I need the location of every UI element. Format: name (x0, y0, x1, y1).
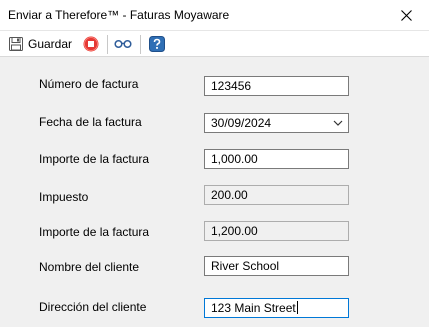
invoice-amount-field[interactable]: 1,000.00 (204, 149, 349, 169)
toolbar: Guardar (0, 30, 429, 57)
invoice-total-field: 1,200.00 (204, 221, 349, 241)
invoice-date-label: Fecha de la factura (39, 115, 142, 129)
floppy-disk-icon (9, 37, 23, 51)
customer-address-value: 123 Main Street (211, 301, 296, 315)
toolbar-separator (107, 35, 108, 54)
help-icon (149, 36, 165, 52)
save-button-label: Guardar (28, 37, 73, 51)
toolbar-separator (140, 35, 141, 54)
invoice-number-field[interactable]: 123456 (204, 76, 349, 96)
save-button[interactable]: Guardar (8, 33, 72, 55)
invoice-number-label: Número de factura (39, 77, 139, 91)
chevron-down-icon[interactable] (332, 117, 344, 129)
title-bar: Enviar a Therefore™ - Faturas Moyaware (0, 0, 429, 30)
customer-address-label: Dirección del cliente (39, 300, 147, 314)
invoice-date-value: 30/09/2024 (211, 116, 272, 130)
invoice-amount-label: Importe de la factura (39, 152, 150, 166)
invoice-total-label: Importe de la factura (39, 225, 150, 239)
window-title: Enviar a Therefore™ - Faturas Moyaware (8, 8, 230, 22)
close-button[interactable] (383, 0, 429, 30)
invoice-number-value: 123456 (211, 79, 252, 93)
tax-value: 200.00 (211, 188, 248, 202)
tax-field: 200.00 (204, 185, 349, 205)
invoice-date-picker[interactable]: 30/09/2024 (204, 113, 349, 133)
glasses-icon (114, 39, 132, 49)
customer-name-value: River School (211, 259, 280, 273)
help-button[interactable] (146, 33, 168, 55)
invoice-total-value: 1,200.00 (211, 224, 258, 238)
close-icon (400, 9, 412, 21)
preview-button[interactable] (112, 33, 134, 55)
customer-address-field[interactable]: 123 Main Street (204, 298, 349, 318)
invoice-form: Número de factura 123456 Fecha de la fac… (0, 57, 429, 327)
text-caret (296, 301, 298, 314)
tax-label: Impuesto (39, 190, 89, 204)
customer-name-field[interactable]: River School (204, 256, 349, 276)
invoice-amount-value: 1,000.00 (211, 152, 258, 166)
stop-button[interactable] (80, 33, 102, 55)
stop-icon (83, 36, 99, 52)
customer-name-label: Nombre del cliente (39, 260, 140, 274)
